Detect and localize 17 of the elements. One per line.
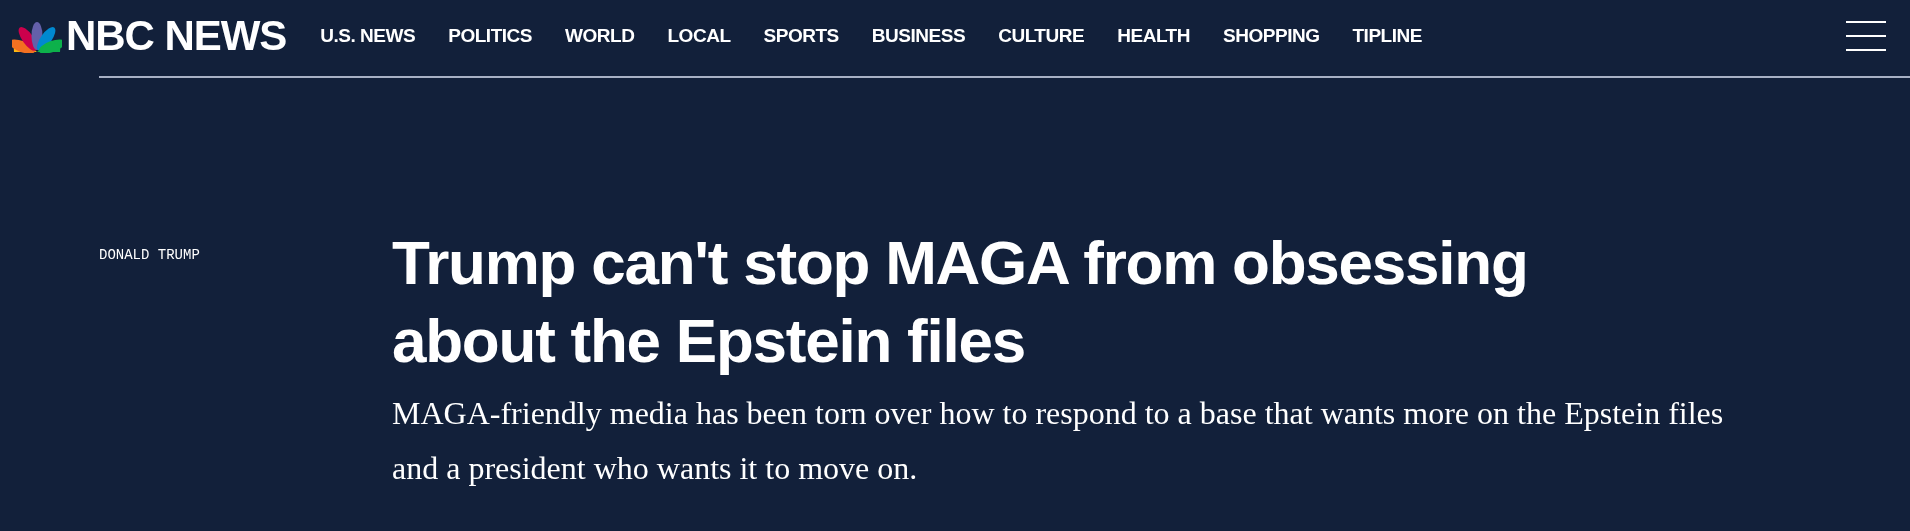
nav-link[interactable]: WORLD	[565, 21, 635, 51]
nav-link[interactable]: SPORTS	[763, 21, 839, 51]
nav-link[interactable]: SHOPPING	[1223, 21, 1320, 51]
nav-link[interactable]: BUSINESS	[871, 21, 966, 51]
logo-text[interactable]: NBC NEWS	[66, 15, 287, 57]
nav-link[interactable]: U.S. NEWS	[320, 21, 416, 51]
nav-link[interactable]: POLITICS	[448, 21, 533, 51]
nav-link[interactable]: HEALTH	[1117, 21, 1190, 51]
nav-link[interactable]: TIPLINE	[1352, 21, 1422, 51]
headline: Trump can't stop MAGA from obsessing about the Epstein files	[392, 227, 1529, 377]
logo[interactable]: NBC NEWS	[12, 15, 287, 57]
article-summary: MAGA-friendly media has been torn over how to respond to a base that wants more on the Epstein files and a president who wants it to move on.	[392, 394, 1725, 488]
menu-icon[interactable]	[1846, 21, 1886, 51]
peacock-logo-icon	[12, 19, 62, 53]
nav-link[interactable]: LOCAL	[667, 21, 731, 51]
nav-link[interactable]: CULTURE	[998, 21, 1085, 51]
section-label[interactable]: DONALD TRUMP	[99, 247, 200, 263]
